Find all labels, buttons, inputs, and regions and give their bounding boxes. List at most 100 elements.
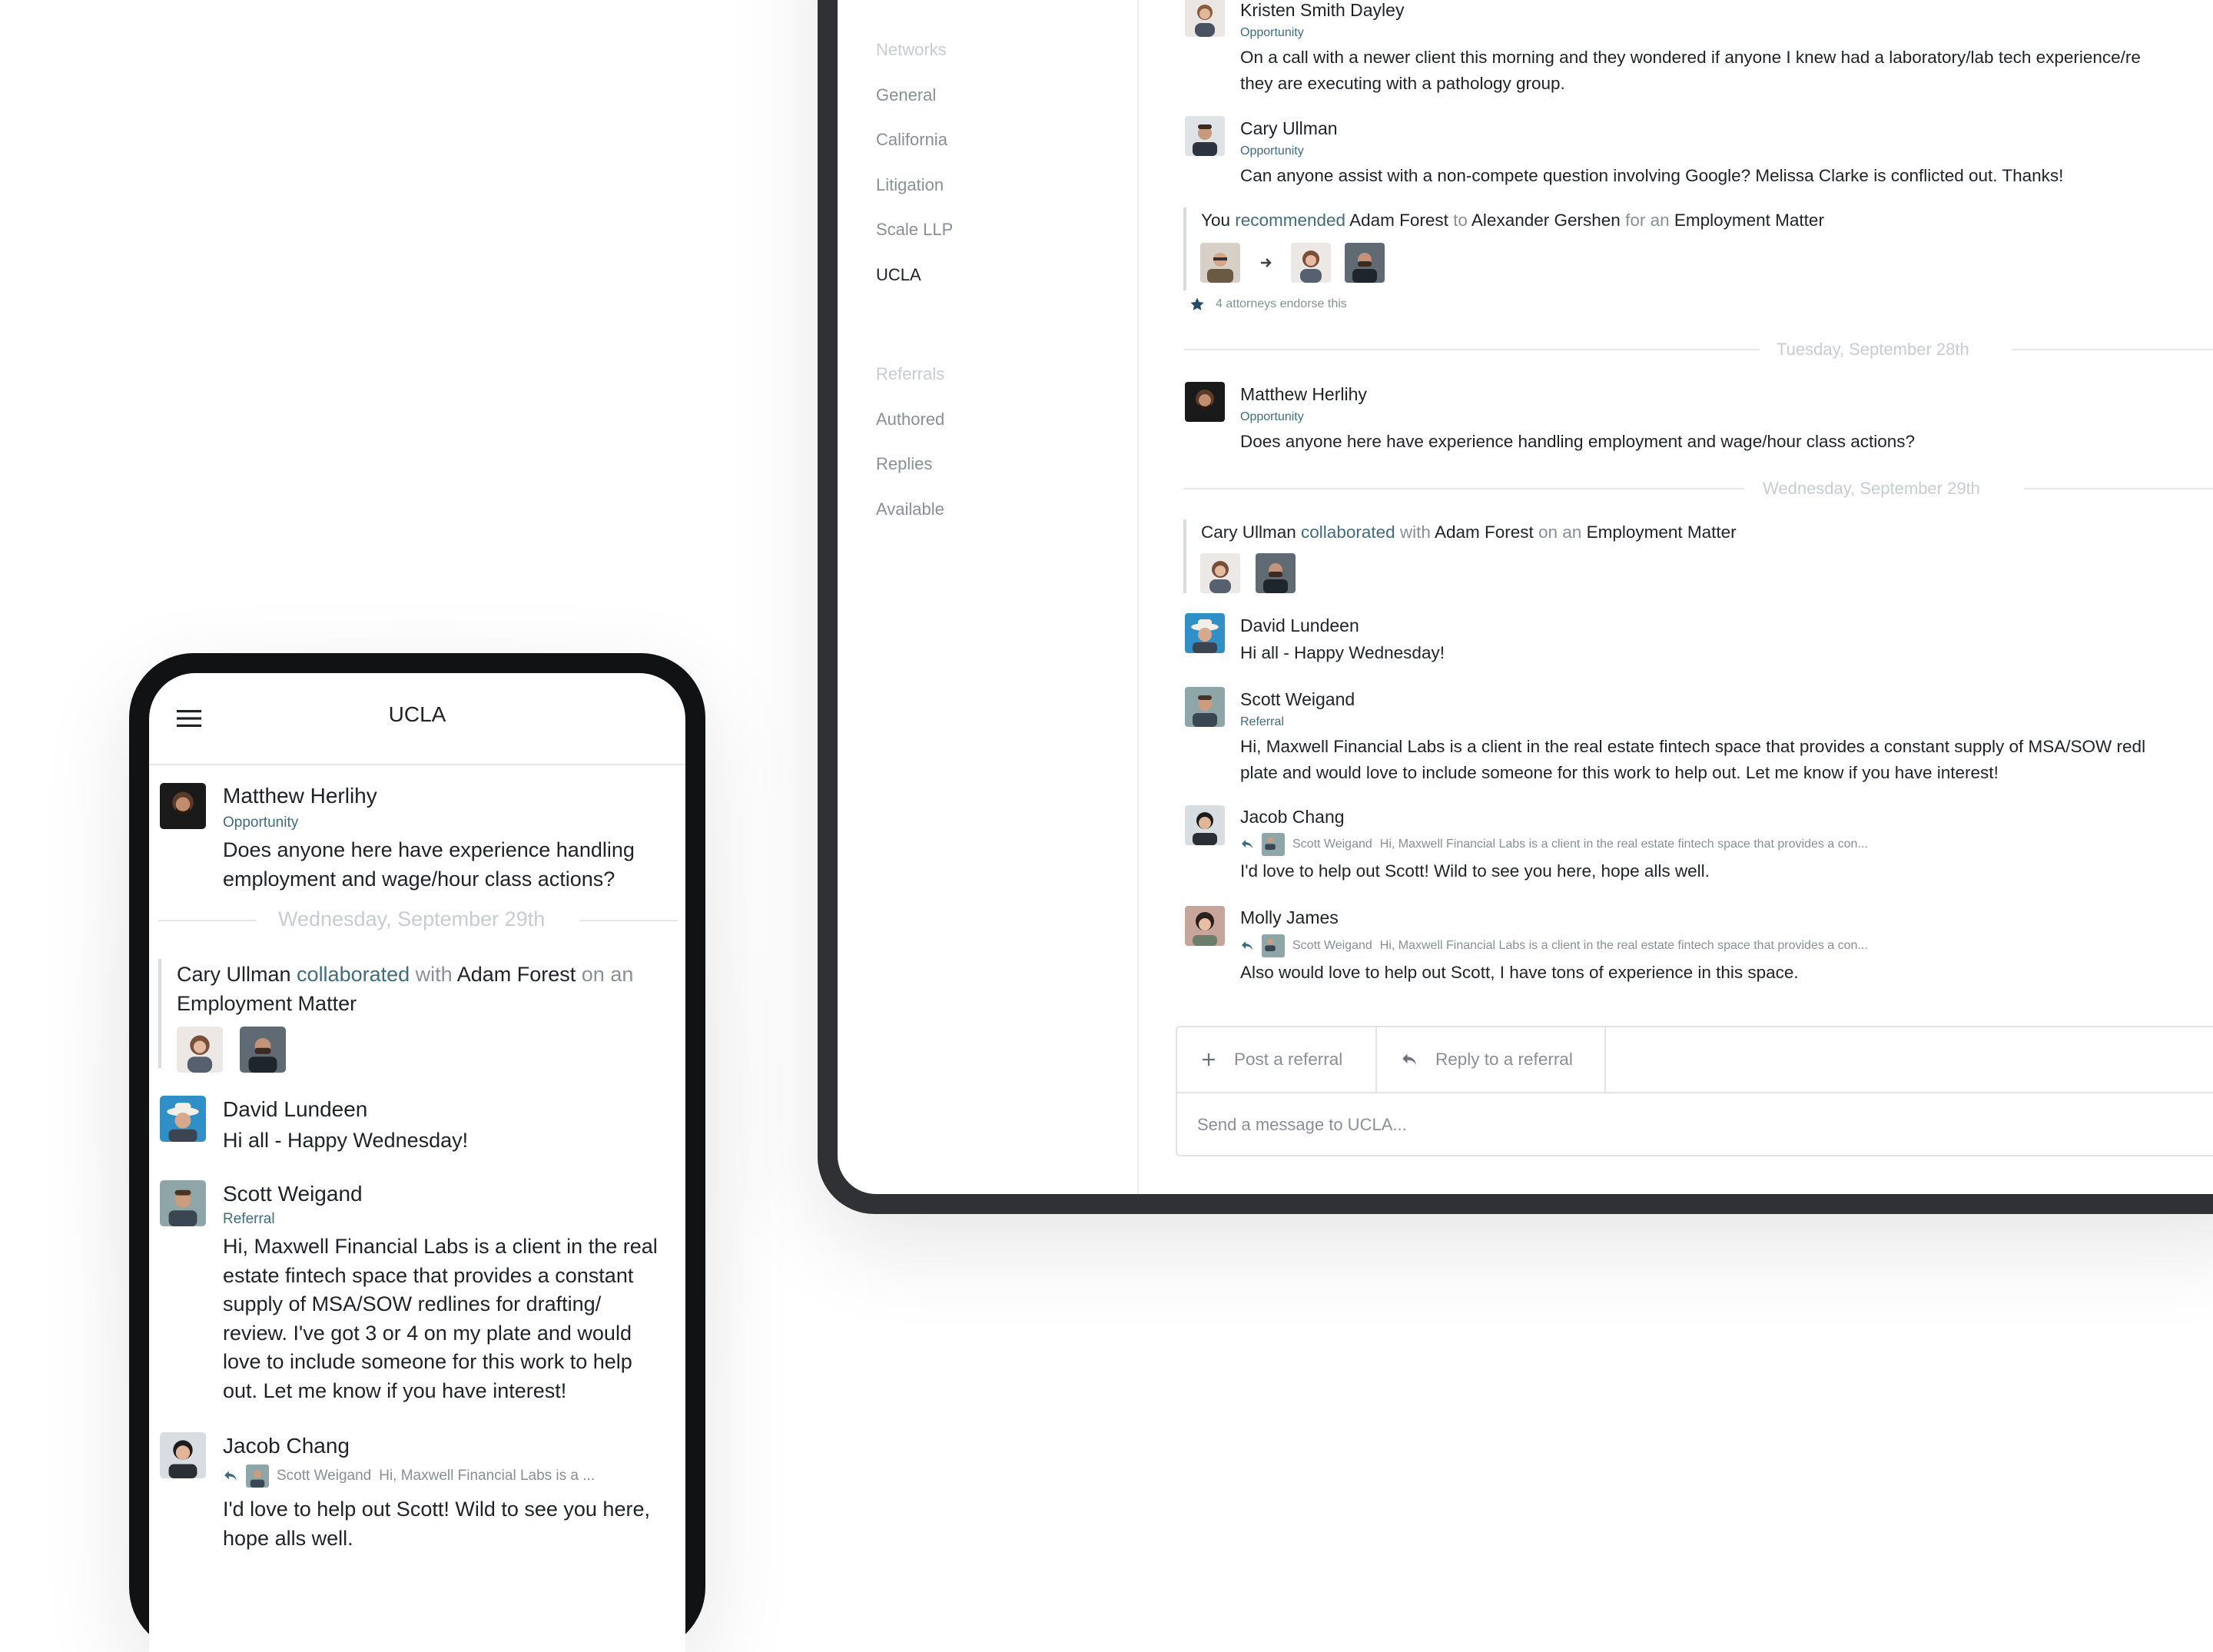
post-text: Does anyone here have experience handlin…	[1240, 432, 1916, 451]
post-author[interactable]: Kristen Smith Dayley	[1240, 0, 1404, 21]
post-text: Hi, Maxwell Financial Labs is a client i…	[223, 1235, 658, 1258]
date-divider: Wednesday, September 29th	[1763, 479, 1980, 498]
post-text: they are executing with a pathology grou…	[1240, 74, 1565, 93]
avatar[interactable]	[177, 1027, 223, 1073]
activity-connector: for an	[1625, 211, 1670, 230]
avatar[interactable]	[160, 1432, 206, 1478]
avatar[interactable]	[1185, 906, 1225, 946]
sidebar-item-general[interactable]: General	[876, 73, 953, 118]
referrals-section: Referrals Authored Replies Available	[876, 352, 944, 532]
avatar[interactable]	[1185, 687, 1225, 727]
post-text: supply of MSA/SOW redlines for drafting/	[223, 1292, 602, 1315]
date-divider-line	[579, 920, 678, 921]
sidebar-item-scale-llp[interactable]: Scale LLP	[876, 207, 953, 253]
reply-snippet: Hi, Maxwell Financial Labs is a client i…	[1379, 838, 1868, 851]
post-author[interactable]: Cary Ullman	[1240, 118, 1338, 139]
message-composer: Post a referral Reply to a referral	[1176, 1026, 2213, 1158]
reply-arrow-icon	[223, 1469, 238, 1483]
post-author[interactable]: Molly James	[1240, 907, 1339, 928]
post-tag: Opportunity	[1240, 144, 1304, 158]
avatar[interactable]	[1345, 243, 1385, 283]
reply-context[interactable]: Scott Weigand Hi, Maxwell Financial Labs…	[223, 1465, 595, 1488]
activity-actor[interactable]: Cary Ullman	[1201, 522, 1296, 542]
activity-text: Cary Ullman collaborated with Adam Fores…	[1201, 522, 1737, 542]
avatar[interactable]	[1185, 0, 1225, 37]
date-divider: Tuesday, September 28th	[1777, 340, 1969, 359]
reply-snippet: Hi, Maxwell Financial Labs is a ...	[379, 1468, 596, 1484]
phone-header: UCLA	[149, 673, 685, 765]
sidebar-item-replies[interactable]: Replies	[876, 442, 944, 487]
post-text: plate and would love to include someone …	[1240, 763, 1999, 782]
reply-snippet: Hi, Maxwell Financial Labs is a client i…	[1379, 939, 1868, 952]
sidebar-item-authored[interactable]: Authored	[876, 397, 944, 443]
reply-context[interactable]: Scott Weigand Hi, Maxwell Financial Labs…	[1240, 934, 1868, 957]
date-divider-line	[1183, 488, 1744, 489]
referrals-heading: Referrals	[876, 364, 945, 383]
post-author[interactable]: Matthew Herlihy	[1240, 384, 1367, 405]
sidebar-item-litigation[interactable]: Litigation	[876, 163, 953, 208]
activity-target[interactable]: Alexander Gershen	[1471, 211, 1621, 230]
post-author[interactable]: Jacob Chang	[1240, 807, 1345, 828]
activity-actor[interactable]: Cary Ullman	[177, 963, 291, 986]
post-text: review. I've got 3 or 4 on my plate and …	[223, 1321, 632, 1345]
date-divider-line	[2012, 349, 2213, 350]
arrow-right-icon	[1259, 255, 1274, 270]
activity-matter[interactable]: Employment Matter	[1587, 522, 1737, 542]
reply-referral-button[interactable]: Reply to a referral	[1377, 1027, 1606, 1092]
avatar[interactable]	[160, 1180, 206, 1226]
avatar[interactable]	[1185, 613, 1225, 653]
post-text: Can anyone assist with a non-compete que…	[1240, 166, 2064, 185]
post-author[interactable]: David Lundeen	[223, 1097, 367, 1122]
activity-matter[interactable]: Employment Matter	[1674, 211, 1824, 230]
avatar[interactable]	[160, 783, 206, 829]
activity-text: You recommended Adam Forest to Alexander…	[1201, 211, 1824, 231]
avatar[interactable]	[1200, 553, 1240, 593]
reply-author: Scott Weigand	[1292, 838, 1372, 851]
composer-actions: Post a referral Reply to a referral	[1177, 1027, 2213, 1093]
post-text: love to include someone for this work to…	[223, 1350, 632, 1373]
avatar[interactable]	[1291, 243, 1331, 283]
star-icon	[1189, 297, 1205, 312]
post-author[interactable]: Scott Weigand	[1240, 689, 1355, 710]
avatar[interactable]	[1185, 805, 1225, 845]
post-text: I'd love to help out Scott! Wild to see …	[223, 1498, 650, 1521]
activity-actor[interactable]: You	[1201, 211, 1230, 230]
post-author[interactable]: Matthew Herlihy	[223, 784, 377, 808]
post-text: out. Let me know if you have interest!	[223, 1378, 567, 1402]
activity-verb: collaborated	[1301, 522, 1395, 542]
avatar[interactable]	[160, 1096, 206, 1142]
post-referral-button[interactable]: Post a referral	[1177, 1027, 1377, 1092]
date-divider-line	[1183, 349, 1760, 350]
sidebar-item-california[interactable]: California	[876, 118, 953, 163]
post-text: estate fintech space that provides a con…	[223, 1263, 634, 1287]
activity-connector: on an	[1538, 522, 1582, 542]
avatar[interactable]	[240, 1027, 286, 1073]
post-author[interactable]: Scott Weigand	[223, 1182, 363, 1206]
avatar[interactable]	[1185, 382, 1225, 422]
post-author[interactable]: David Lundeen	[1240, 615, 1359, 636]
avatar[interactable]	[1185, 116, 1225, 156]
reply-context[interactable]: Scott Weigand Hi, Maxwell Financial Labs…	[1240, 833, 1868, 856]
reply-arrow-icon	[1240, 838, 1254, 851]
activity-bar	[158, 959, 161, 1068]
sidebar-item-available[interactable]: Available	[876, 487, 944, 532]
avatar[interactable]	[1256, 553, 1296, 593]
date-divider: Wednesday, September 29th	[278, 907, 546, 930]
post-text: Hi all - Happy Wednesday!	[1240, 643, 1445, 662]
post-text: Hi, Maxwell Financial Labs is a client i…	[1240, 737, 2146, 756]
avatar[interactable]	[1200, 243, 1240, 283]
avatar	[246, 1465, 269, 1488]
post-tag: Referral	[223, 1211, 275, 1227]
post-author[interactable]: Jacob Chang	[223, 1434, 350, 1458]
networks-section: Networks General California Litigation S…	[876, 28, 953, 297]
endorse-count[interactable]: 4 attorneys endorse this	[1216, 297, 1347, 311]
activity-subject[interactable]: Adam Forest	[1349, 211, 1448, 230]
activity-subject[interactable]: Adam Forest	[457, 963, 576, 986]
post-tag: Referral	[1240, 715, 1284, 728]
activity-subject[interactable]: Adam Forest	[1435, 522, 1534, 542]
activity-matter[interactable]: Employment Matter	[177, 992, 357, 1015]
activity-connector: with	[415, 963, 453, 986]
message-input[interactable]	[1196, 1092, 2213, 1158]
sidebar-item-ucla[interactable]: UCLA	[876, 253, 953, 298]
phone-screen: UCLA Matthew Herlihy Opportunity Does an…	[149, 673, 685, 1652]
